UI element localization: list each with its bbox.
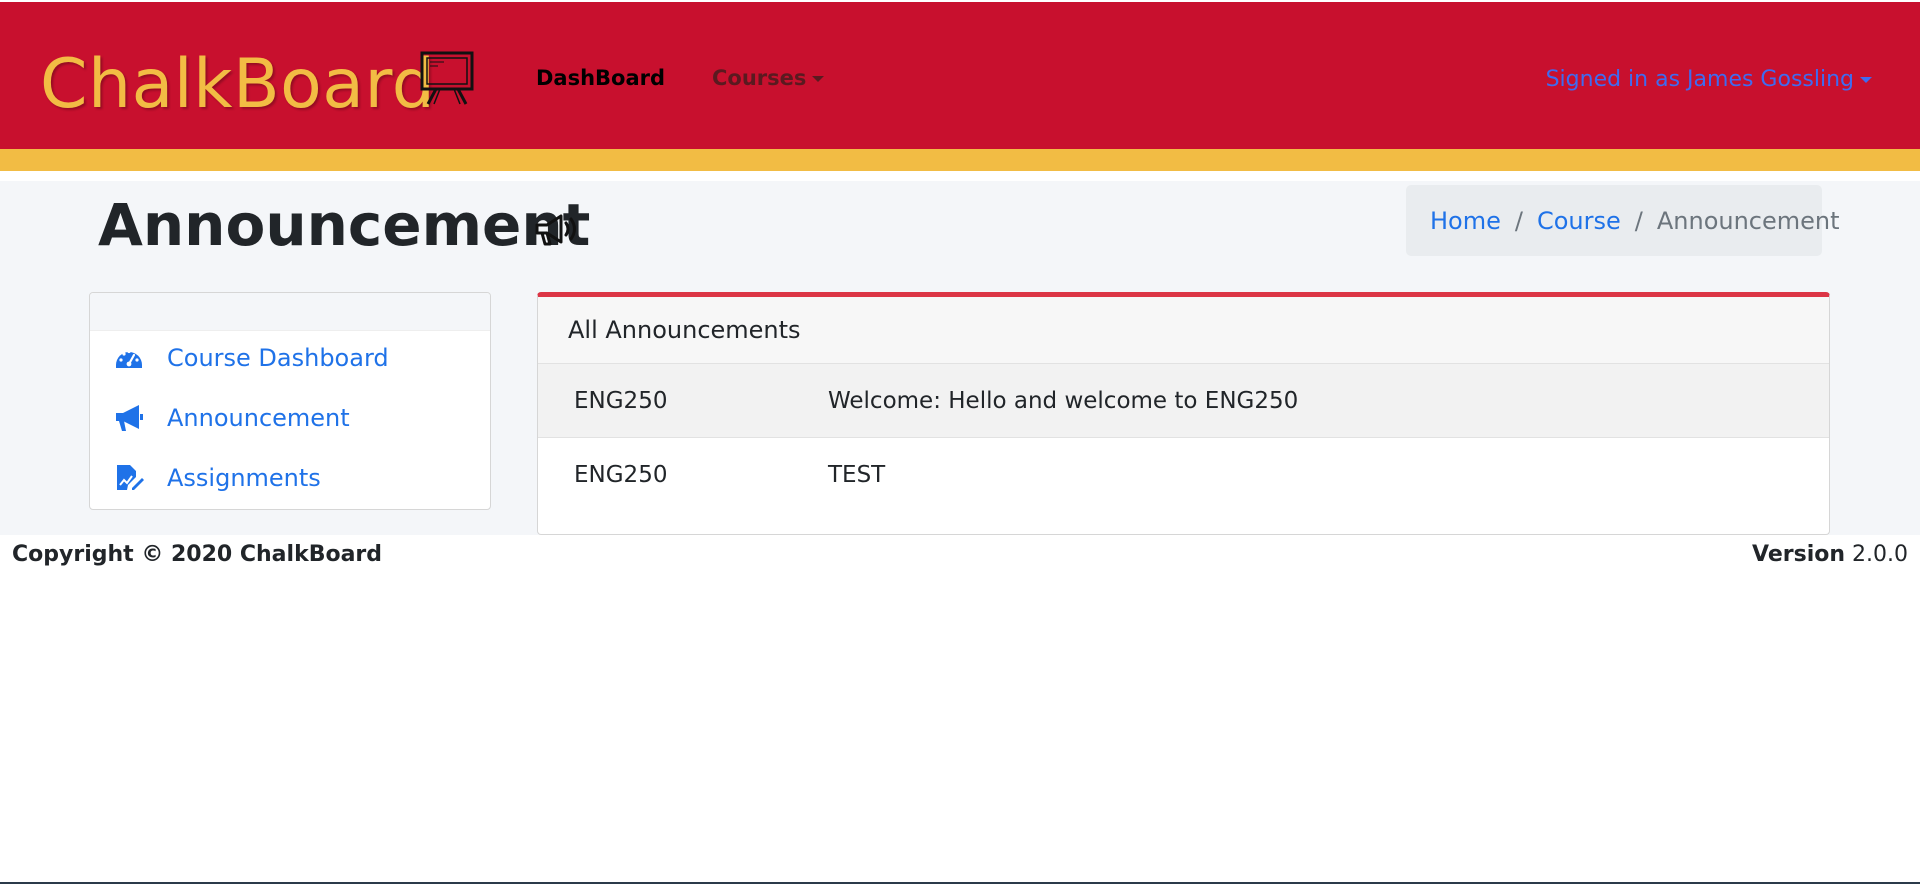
top-navbar: ChalkBoard DashBoard Courses Signed in a… <box>0 2 1920 149</box>
footer-version: Version 2.0.0 <box>1752 542 1908 567</box>
sidebar-header <box>90 293 490 331</box>
announcement-course: ENG250 <box>574 461 668 488</box>
announcements-card-header: All Announcements <box>538 297 1829 364</box>
breadcrumb-course[interactable]: Course <box>1537 207 1621 235</box>
breadcrumb-current: Announcement <box>1656 206 1840 235</box>
dashboard-icon <box>116 349 142 368</box>
user-menu-label: Signed in as James Gossling <box>1545 67 1854 92</box>
sidebar-item-label: Assignments <box>167 464 321 492</box>
announcements-card: All Announcements ENG250 Welcome: Hello … <box>537 292 1830 535</box>
breadcrumb-separator: / <box>1514 206 1523 235</box>
navbar-accent-stripe <box>0 149 1920 171</box>
caret-down-icon <box>812 76 825 82</box>
footer-copyright: Copyright © 2020 ChalkBoard <box>12 542 383 567</box>
page-title: Announcement <box>98 191 591 259</box>
course-sidebar: Course Dashboard Announcement Assignment… <box>89 292 491 510</box>
sidebar-item-label: Announcement <box>167 404 350 432</box>
announcement-message: TEST <box>828 461 886 488</box>
megaphone-icon <box>116 405 143 431</box>
sidebar-item-label: Course Dashboard <box>167 344 389 372</box>
version-label: Version <box>1752 542 1846 567</box>
nav-courses-label: Courses <box>712 66 807 90</box>
sidebar-item-announcement[interactable]: Announcement <box>90 393 490 443</box>
sidebar-item-course-dashboard[interactable]: Course Dashboard <box>90 333 490 383</box>
megaphone-icon <box>535 214 576 246</box>
breadcrumb-separator: / <box>1634 206 1643 235</box>
nav-dashboard-link[interactable]: DashBoard <box>536 64 665 92</box>
sidebar-item-assignments[interactable]: Assignments <box>90 453 490 503</box>
assignment-icon <box>117 465 144 490</box>
breadcrumb: Home / Course / Announcement <box>1406 185 1840 256</box>
announcement-message: Welcome: Hello and welcome to ENG250 <box>828 387 1299 414</box>
user-menu-dropdown[interactable]: Signed in as James Gossling <box>1546 66 1872 94</box>
chalkboard-icon <box>420 51 474 105</box>
breadcrumb-home[interactable]: Home <box>1430 207 1501 235</box>
brand-logo-text[interactable]: ChalkBoard <box>40 40 435 130</box>
version-value: 2.0.0 <box>1852 542 1908 567</box>
nav-courses-dropdown[interactable]: Courses <box>712 64 825 92</box>
announcement-course: ENG250 <box>574 387 668 414</box>
table-row[interactable]: ENG250 TEST <box>538 438 1829 511</box>
table-row[interactable]: ENG250 Welcome: Hello and welcome to ENG… <box>538 364 1829 438</box>
caret-down-icon <box>1860 77 1872 83</box>
